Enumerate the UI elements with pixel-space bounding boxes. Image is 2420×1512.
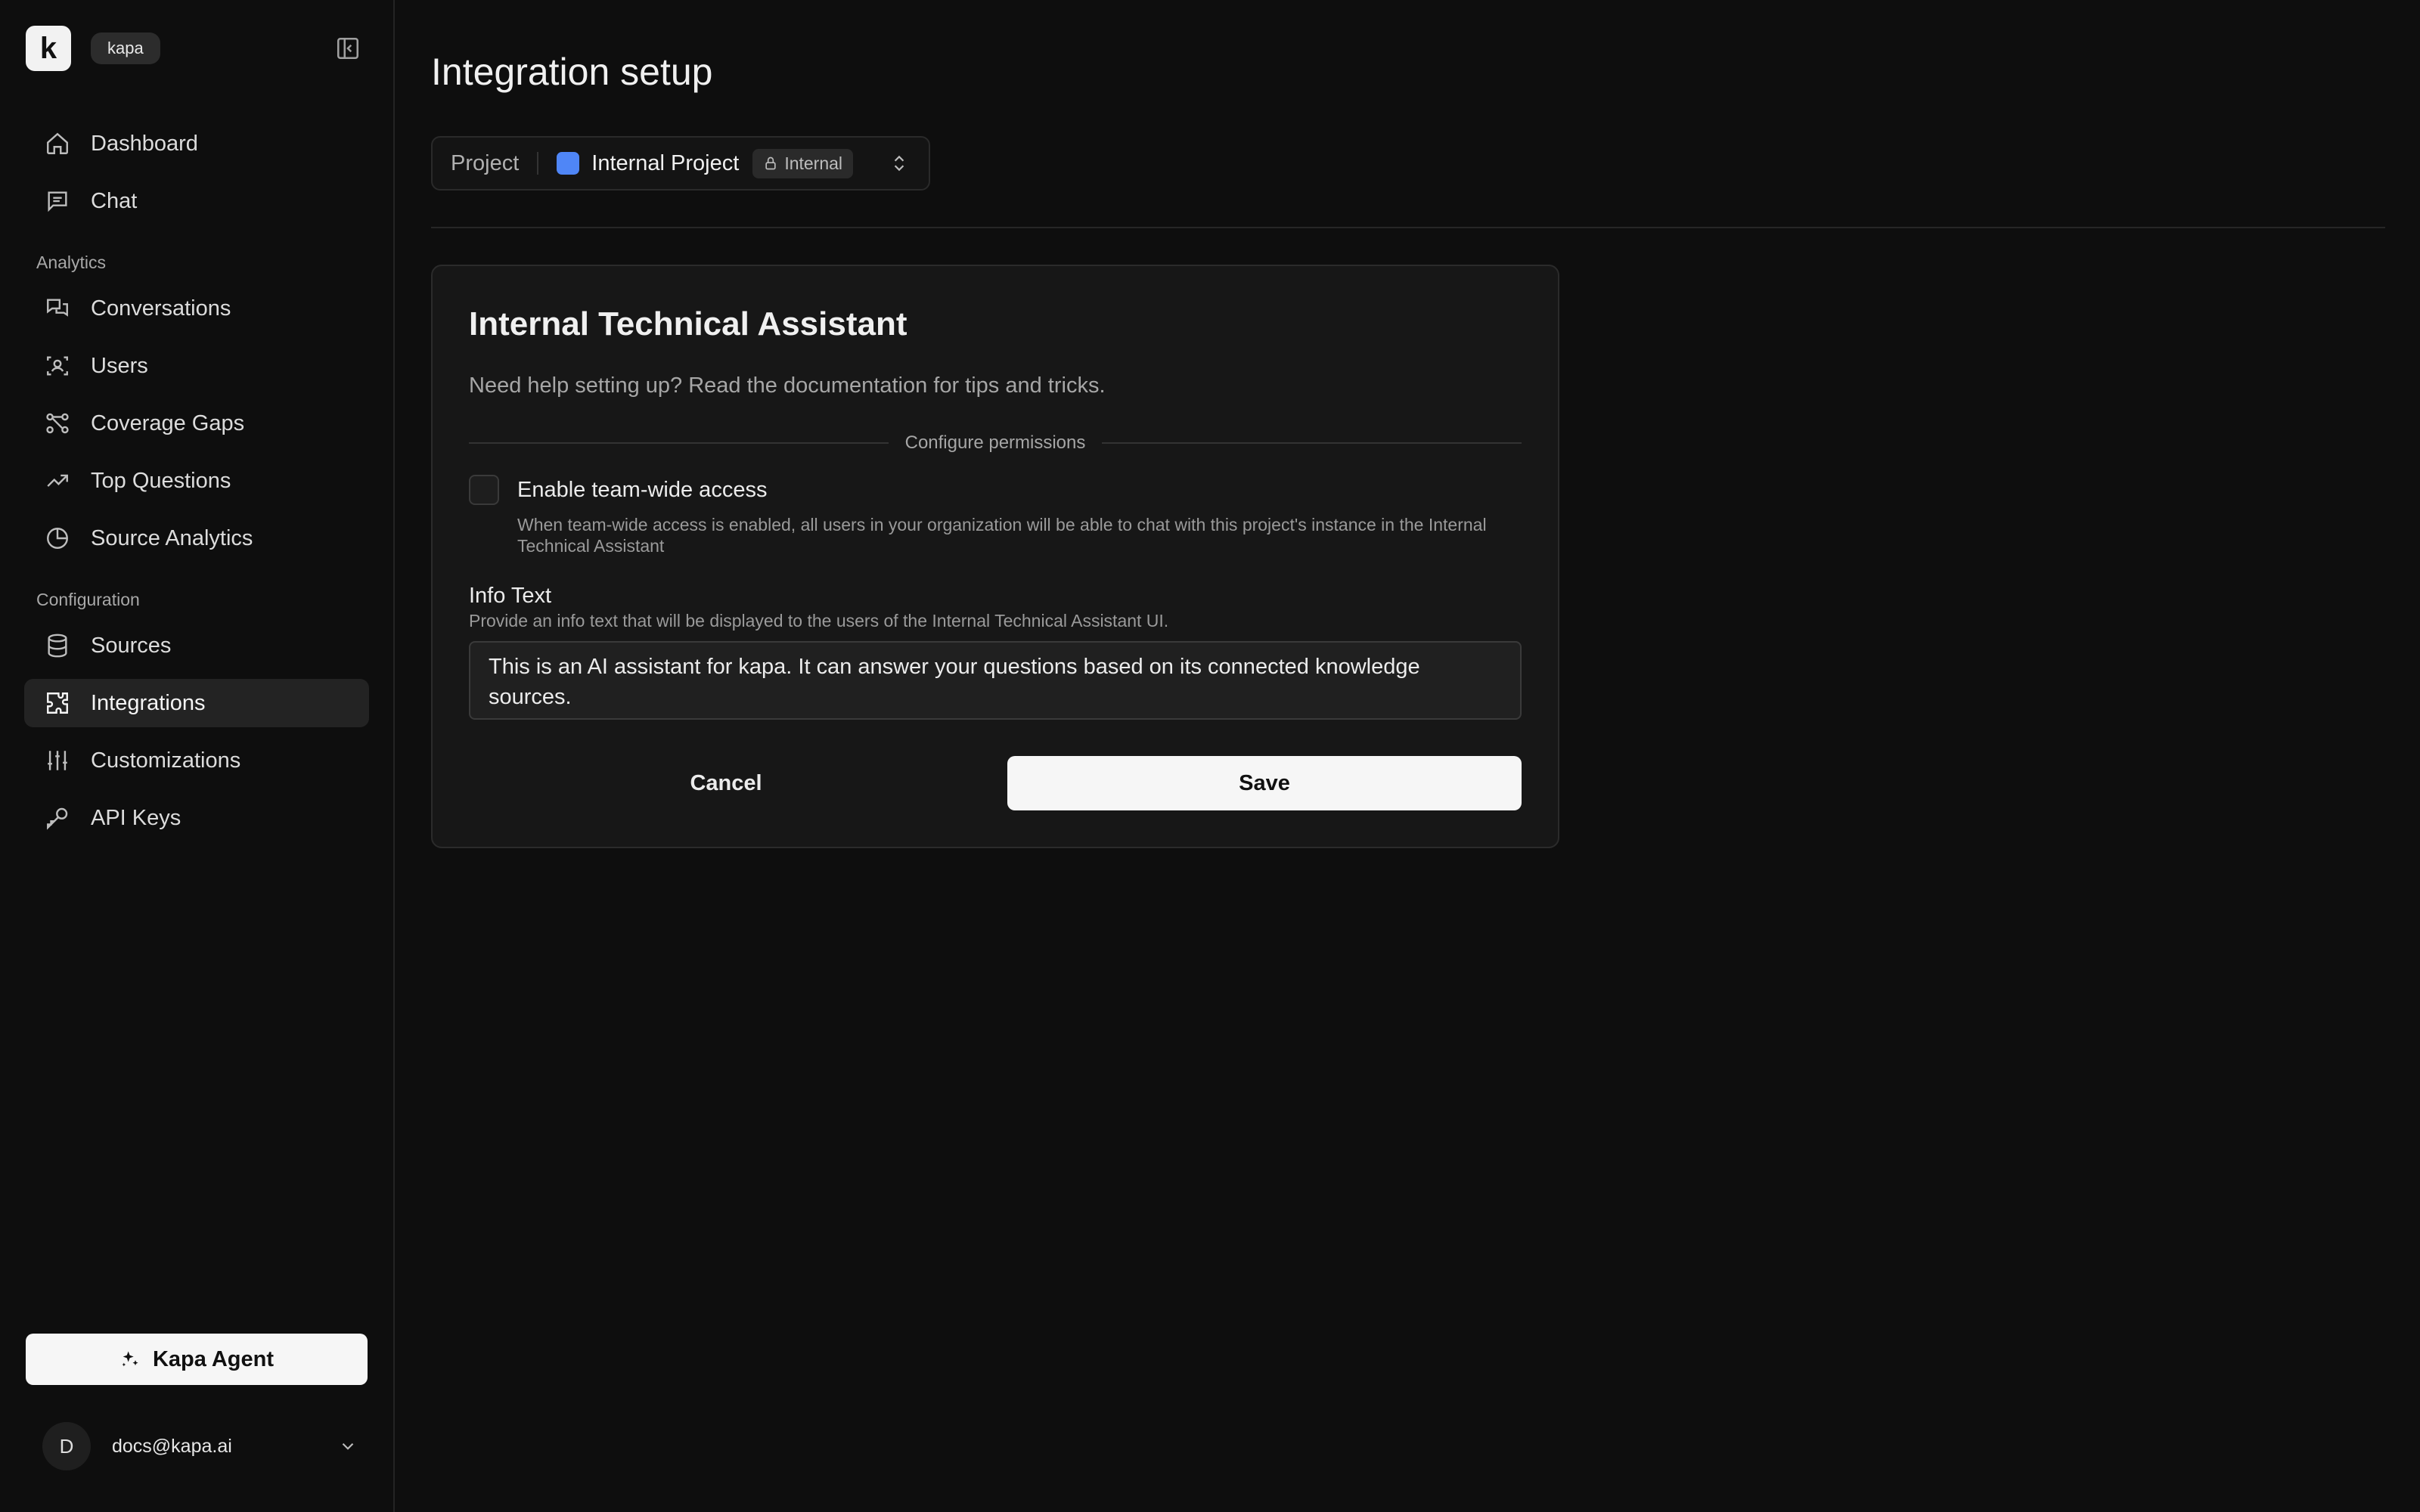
section-separator: Configure permissions bbox=[469, 428, 1522, 458]
section-label-analytics: Analytics bbox=[36, 252, 107, 272]
kapa-agent-label: Kapa Agent bbox=[152, 1346, 275, 1371]
section-label-permissions: Configure permissions bbox=[904, 432, 1086, 453]
divider bbox=[537, 152, 539, 175]
sidebar-item-users[interactable]: Users bbox=[24, 342, 369, 390]
integration-card: Internal Technical Assistant Need help s… bbox=[431, 265, 1559, 848]
team-access-checkbox[interactable] bbox=[469, 475, 499, 505]
sidebar: k kapa Dashboard Chat Analytics Conversa… bbox=[0, 0, 395, 1512]
info-text-textarea[interactable]: This is an AI assistant for kapa. It can… bbox=[469, 641, 1522, 720]
project-switcher[interactable]: Project Internal Project Internal bbox=[431, 136, 930, 191]
sidebar-item-api-keys[interactable]: API Keys bbox=[24, 794, 369, 842]
key-icon bbox=[42, 803, 73, 833]
database-icon bbox=[42, 631, 73, 661]
sidebar-item-dashboard[interactable]: Dashboard bbox=[24, 119, 369, 168]
sidebar-item-label: Top Questions bbox=[91, 468, 231, 493]
sidebar-item-label: Coverage Gaps bbox=[91, 411, 245, 435]
org-badge[interactable]: kapa bbox=[91, 33, 160, 64]
sidebar-item-customizations[interactable]: Customizations bbox=[24, 736, 369, 785]
project-switcher-label: Project bbox=[451, 150, 520, 175]
sidebar-item-label: Customizations bbox=[91, 748, 241, 773]
app-root: k kapa Dashboard Chat Analytics Conversa… bbox=[0, 0, 2420, 1512]
sidebar-item-conversations[interactable]: Conversations bbox=[24, 284, 369, 333]
project-visibility-badge: Internal bbox=[752, 148, 854, 178]
cancel-button[interactable]: Cancel bbox=[469, 756, 983, 810]
sidebar-item-label: Integrations bbox=[91, 690, 206, 715]
lock-icon bbox=[763, 156, 778, 171]
card-description: Need help setting up? Read the documenta… bbox=[469, 373, 1106, 398]
divider bbox=[1102, 442, 1522, 444]
team-access-help: When team-wide access is enabled, all us… bbox=[517, 515, 1487, 556]
sidebar-item-label: Users bbox=[91, 353, 148, 378]
info-text-label: Info Text bbox=[469, 584, 552, 608]
puzzle-icon bbox=[42, 688, 73, 718]
project-badge-label: Internal bbox=[784, 153, 843, 173]
chevron-down-icon[interactable] bbox=[336, 1434, 360, 1458]
sidebar-collapse-icon[interactable] bbox=[333, 33, 363, 64]
sidebar-item-label: API Keys bbox=[91, 805, 182, 830]
kapa-agent-button[interactable]: Kapa Agent bbox=[26, 1334, 368, 1385]
user-email: docs@kapa.ai bbox=[112, 1435, 232, 1457]
home-icon bbox=[42, 129, 73, 159]
project-color-swatch bbox=[557, 152, 580, 175]
user-menu[interactable]: D docs@kapa.ai bbox=[42, 1421, 360, 1471]
divider bbox=[469, 442, 889, 444]
chevrons-up-down-icon bbox=[888, 152, 911, 175]
sidebar-item-chat[interactable]: Chat bbox=[24, 177, 369, 225]
trending-icon bbox=[42, 466, 73, 496]
avatar: D bbox=[42, 1422, 91, 1470]
sidebar-header: k kapa bbox=[26, 26, 363, 71]
sidebar-item-source-analytics[interactable]: Source Analytics bbox=[24, 514, 369, 562]
sparkles-icon bbox=[119, 1349, 141, 1370]
chat-icon bbox=[42, 186, 73, 216]
card-title: Internal Technical Assistant bbox=[469, 305, 908, 342]
section-label-configuration: Configuration bbox=[36, 589, 140, 609]
sidebar-item-label: Conversations bbox=[91, 296, 231, 321]
project-name: Internal Project bbox=[591, 150, 740, 175]
sidebar-item-top-questions[interactable]: Top Questions bbox=[24, 457, 369, 505]
team-access-label[interactable]: Enable team-wide access bbox=[517, 478, 767, 503]
save-button[interactable]: Save bbox=[1007, 756, 1522, 810]
pie-chart-icon bbox=[42, 523, 73, 553]
sidebar-item-coverage-gaps[interactable]: Coverage Gaps bbox=[24, 399, 369, 448]
page-title: Integration setup bbox=[431, 51, 713, 93]
sidebar-item-label: Chat bbox=[91, 188, 138, 213]
kapa-logo[interactable]: k bbox=[26, 26, 71, 71]
sidebar-nav: Dashboard Chat Analytics Conversations U… bbox=[24, 119, 369, 851]
divider bbox=[431, 227, 2385, 228]
sliders-icon bbox=[42, 745, 73, 776]
sidebar-item-label: Dashboard bbox=[91, 131, 198, 156]
users-icon bbox=[42, 351, 73, 381]
info-text-help: Provide an info text that will be displa… bbox=[469, 611, 1169, 631]
sidebar-item-sources[interactable]: Sources bbox=[24, 621, 369, 670]
coverage-gaps-icon bbox=[42, 408, 73, 438]
sidebar-item-label: Sources bbox=[91, 633, 172, 658]
sidebar-item-integrations[interactable]: Integrations bbox=[24, 679, 369, 727]
sidebar-item-label: Source Analytics bbox=[91, 525, 253, 550]
main-content: Integration setup Project Internal Proje… bbox=[395, 0, 2420, 1512]
conversations-icon bbox=[42, 293, 73, 324]
